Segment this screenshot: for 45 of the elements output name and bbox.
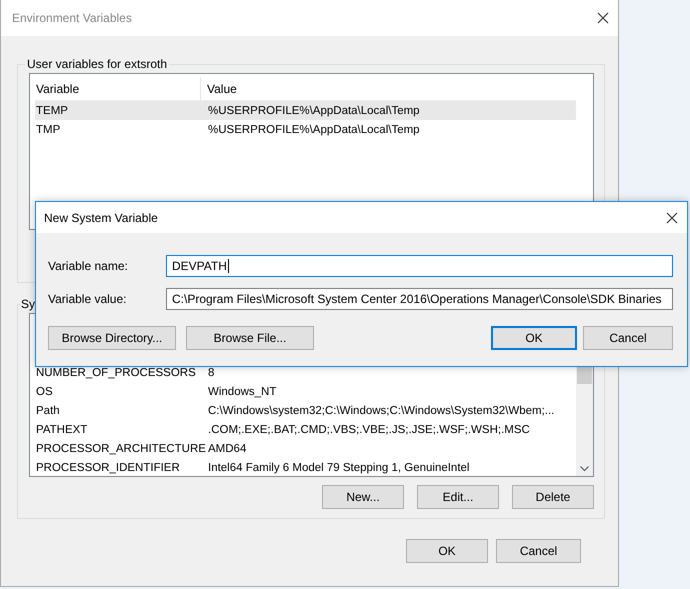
- action-button[interactable]: Delete: [512, 485, 594, 509]
- variable-name: TEMP: [35, 104, 69, 116]
- list-row[interactable]: NUMBER_OF_PROCESSORS 8: [35, 363, 576, 382]
- column-header[interactable]: Variable: [35, 77, 201, 100]
- variable-value: %USERPROFILE%\AppData\Local\Temp: [208, 104, 420, 116]
- list-row[interactable]: OS Windows_NT: [35, 382, 576, 401]
- variable-name: Path: [35, 404, 61, 416]
- action-button[interactable]: New...: [322, 485, 404, 509]
- input-field[interactable]: C:\Program Files\Microsoft System Center 2016\Operations Manager\Console\SDK Binaries: [166, 288, 673, 310]
- variable-name: PROCESSOR_ARCHITECTURE: [35, 442, 207, 454]
- variable-value: Windows_NT: [208, 386, 276, 398]
- input-field[interactable]: DEVPATH: [166, 255, 673, 277]
- list-row[interactable]: PATHEXT .COM;.EXE;.BAT;.CMD;.VBS;.VBE;.JS;.JSE;.WSF;.WSH;.MSC: [35, 420, 576, 439]
- list-row[interactable]: PROCESSOR_ARCHITECTURE AMD64: [35, 439, 576, 458]
- variable-value: Intel64 Family 6 Model 79 Stepping 1, GenuineIntel: [208, 462, 470, 474]
- field-label: Variable name:: [48, 259, 129, 273]
- field-label: Variable value:: [48, 292, 128, 306]
- dialog-button[interactable]: OK: [491, 326, 577, 350]
- browse-button[interactable]: Browse Directory...: [48, 326, 176, 350]
- column-header[interactable]: Value: [201, 77, 576, 100]
- list-row[interactable]: Path C:\Windows\system32;C:\Windows;C:\Windows\System32\Wbem;...: [35, 401, 576, 420]
- browse-button[interactable]: Browse File...: [186, 326, 314, 350]
- dialog-button[interactable]: Cancel: [583, 326, 673, 350]
- variable-value: 8: [208, 366, 214, 378]
- window-title: Environment Variables: [12, 11, 132, 25]
- close-icon[interactable]: [666, 212, 678, 224]
- list-row[interactable]: TEMP %USERPROFILE%\AppData\Local\Temp: [35, 101, 576, 120]
- variable-name: PROCESSOR_IDENTIFIER: [35, 462, 181, 474]
- dialog-button[interactable]: Cancel: [496, 539, 581, 563]
- variable-value: .COM;.EXE;.BAT;.CMD;.VBS;.VBE;.JS;.JSE;.WSF;.WSH;.MSC: [208, 424, 530, 436]
- dialog-button[interactable]: OK: [406, 539, 488, 563]
- action-button[interactable]: Edit...: [417, 485, 499, 509]
- close-icon[interactable]: [597, 12, 609, 24]
- group-title: User variables for extsroth: [26, 57, 168, 71]
- variable-value: C:\Windows\system32;C:\Windows;C:\Windows\System32\Wbem;...: [208, 404, 554, 416]
- variable-name: TMP: [35, 124, 62, 136]
- list-row[interactable]: TMP %USERPROFILE%\AppData\Local\Temp: [35, 120, 576, 139]
- variable-name: OS: [35, 386, 54, 398]
- list-row[interactable]: PROCESSOR_IDENTIFIER Intel64 Family 6 Model 79 Stepping 1, GenuineIntel: [35, 458, 576, 477]
- group-title: Sy: [20, 297, 36, 311]
- dialog-title: New System Variable: [44, 210, 158, 224]
- variable-name: NUMBER_OF_PROCESSORS: [35, 366, 197, 378]
- variable-name: PATHEXT: [35, 424, 88, 436]
- variable-value: AMD64: [208, 442, 246, 454]
- variable-value: %USERPROFILE%\AppData\Local\Temp: [208, 124, 420, 136]
